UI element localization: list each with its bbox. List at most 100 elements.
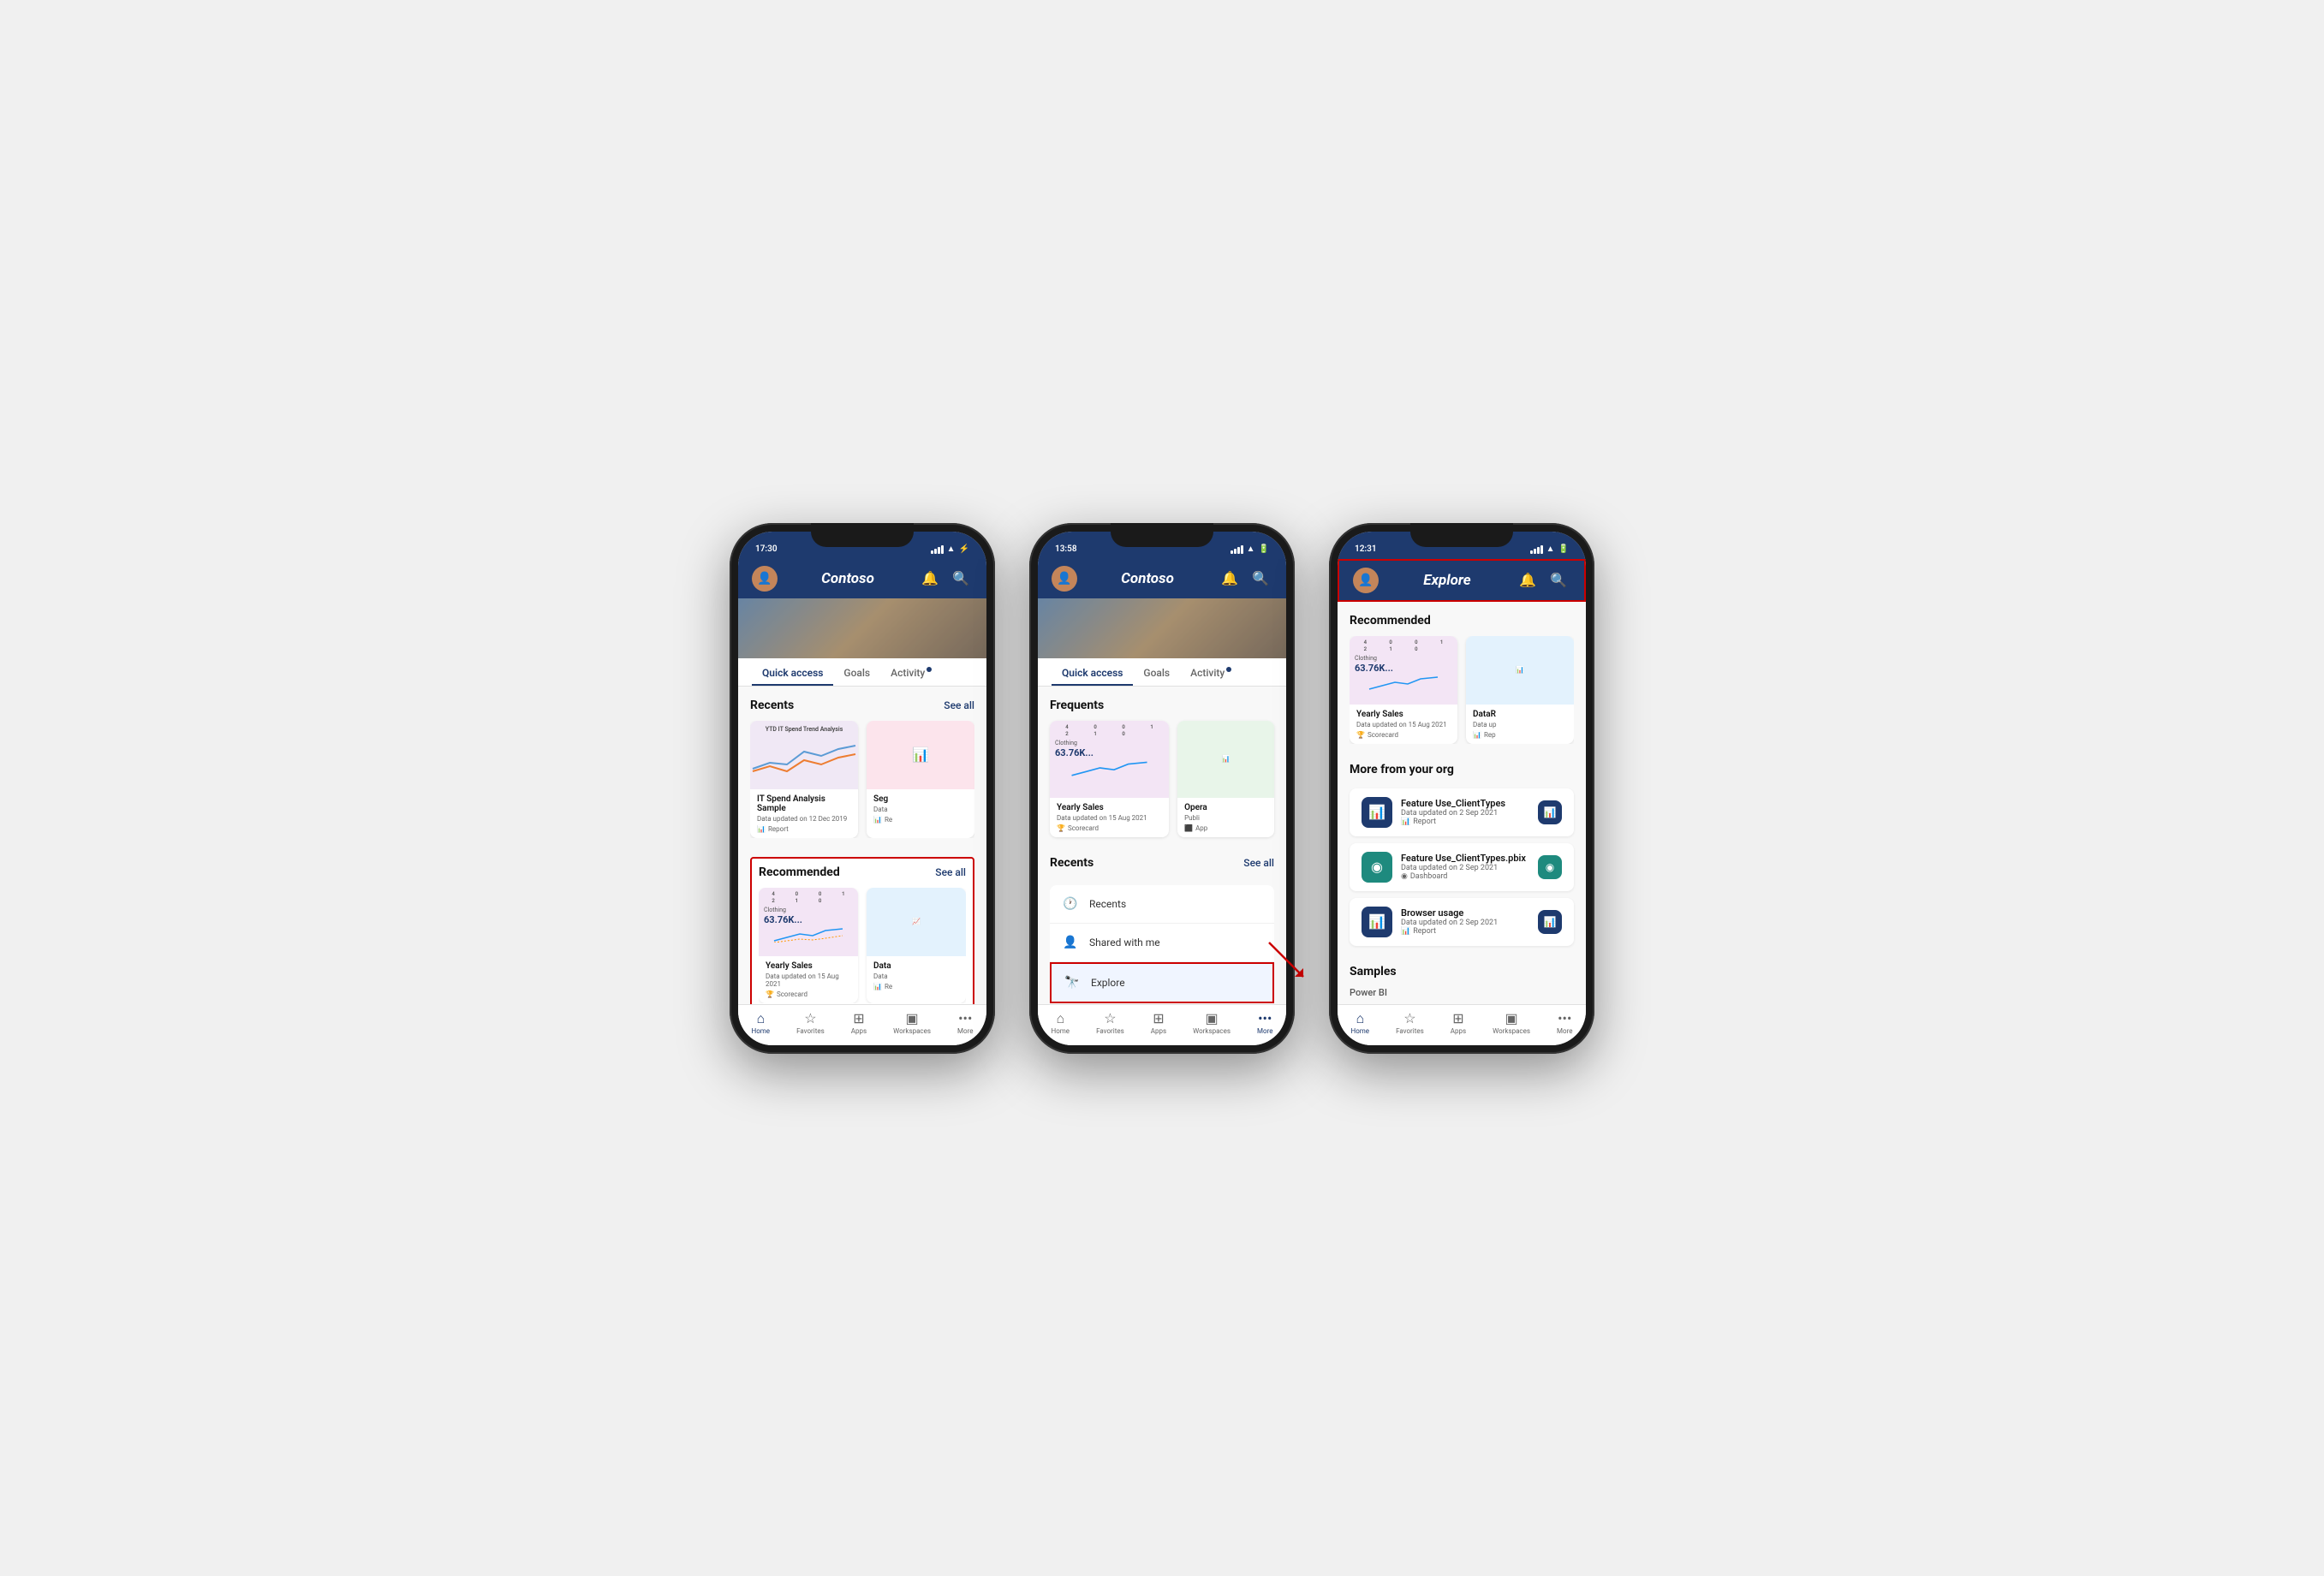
org-title-browser: Browser usage: [1401, 907, 1529, 919]
nav-workspaces-1[interactable]: ▣ Workspaces: [888, 1010, 936, 1037]
nav-home-1[interactable]: ⌂ Home: [747, 1010, 776, 1037]
avatar-3[interactable]: 👤: [1353, 568, 1379, 593]
nav-apps-2[interactable]: ⊞ Apps: [1146, 1010, 1171, 1037]
tab-activity-1[interactable]: Activity: [880, 658, 942, 686]
app-header-2: 👤 Contoso 🔔 🔍: [1038, 559, 1286, 598]
signal-2: [1231, 545, 1243, 554]
org-info-browser: Browser usage Data updated on 2 Sep 2021…: [1401, 907, 1529, 936]
card-sub-seg: Data: [873, 806, 968, 813]
nav-apps-1[interactable]: ⊞ Apps: [846, 1010, 872, 1037]
card-title-seg: Seg: [873, 794, 968, 804]
recents-item-shared[interactable]: 👤 Shared with me: [1050, 924, 1274, 962]
recents-item-explore[interactable]: 🔭 Explore: [1050, 962, 1274, 1003]
recents-item-recents[interactable]: 🕐 Recents: [1050, 885, 1274, 924]
search-icon-2[interactable]: 🔍: [1248, 567, 1272, 591]
battery-icon-3: 🔋: [1558, 544, 1569, 554]
nav-more-label-1: More: [957, 1027, 973, 1035]
app-header-3: 👤 Explore 🔔 🔍: [1338, 559, 1586, 602]
card-type-it: 📊 Report: [757, 825, 851, 833]
nav-apps-3[interactable]: ⊞ Apps: [1445, 1010, 1471, 1037]
recommended-header-3: Recommended: [1350, 614, 1574, 627]
yearly-chart: 4001 210 Clothing 63.76K...: [759, 888, 858, 949]
header-title-3: Explore: [1379, 572, 1516, 589]
star-icon-1: ☆: [804, 1012, 816, 1026]
see-all-2[interactable]: See all: [1243, 857, 1274, 869]
card-yearly-sales-1[interactable]: 4001 210 Clothing 63.76K...: [759, 888, 858, 1003]
org-sub-browser: Data updated on 2 Sep 2021: [1401, 919, 1529, 927]
freq-card-title-opera: Opera: [1184, 803, 1267, 812]
see-all-recents-1[interactable]: See all: [944, 699, 974, 711]
datar-thumb-inner: 📊: [1466, 636, 1574, 705]
nav-favorites-2[interactable]: ☆ Favorites: [1091, 1010, 1129, 1037]
tab-quick-access-1[interactable]: Quick access: [752, 658, 833, 686]
hero-image-2: [1038, 598, 1286, 658]
card-title-it: IT Spend Analysis Sample: [757, 794, 851, 813]
search-icon-3[interactable]: 🔍: [1546, 568, 1570, 592]
bell-icon-1[interactable]: 🔔: [918, 567, 942, 591]
card-sub-yearly: Data updated on 15 Aug 2021: [766, 972, 851, 988]
freq-card-type-yearly: 🏆 Scorecard: [1057, 824, 1162, 832]
bottom-nav-3: ⌂ Home ☆ Favorites ⊞ Apps ▣ Workspaces: [1338, 1004, 1586, 1045]
status-icons-2: ▲ 🔋: [1231, 544, 1269, 554]
rec-card-yearly-3[interactable]: 4001 210 Clothing 63.76K...: [1350, 636, 1457, 744]
avatar-1[interactable]: 👤: [752, 566, 778, 592]
card-type-data: 📊 Re: [873, 983, 959, 990]
phone-2-wrapper: 13:58 ▲ 🔋 👤 Contoso: [1029, 523, 1295, 1054]
card-seg[interactable]: 📊 Seg Data 📊 Re: [867, 721, 974, 838]
recents-section-2: Recents See all: [1038, 844, 1286, 885]
freq-thumb-opera: 📊: [1177, 721, 1274, 798]
nav-workspaces-2[interactable]: ▣ Workspaces: [1188, 1010, 1236, 1037]
search-icon-1[interactable]: 🔍: [949, 567, 973, 591]
org-item-feature-types[interactable]: 📊 Feature Use_ClientTypes Data updated o…: [1350, 788, 1574, 836]
nav-ws-label-3: Workspaces: [1493, 1027, 1530, 1035]
card-data-1[interactable]: 📈 Data Data 📊 Re: [867, 888, 966, 1003]
recents-label-explore: Explore: [1091, 977, 1125, 989]
tab-goals-2[interactable]: Goals: [1133, 658, 1180, 686]
nav-favorites-3[interactable]: ☆ Favorites: [1391, 1010, 1429, 1037]
more-icon-3: •••: [1558, 1012, 1571, 1026]
nav-apps-label-3: Apps: [1451, 1027, 1466, 1035]
nav-home-2[interactable]: ⌂ Home: [1046, 1010, 1076, 1037]
tab-goals-1[interactable]: Goals: [833, 658, 880, 686]
freq-thumb-yearly: 4001 210 Clothing 63.76K...: [1050, 721, 1169, 798]
bottom-nav-2: ⌂ Home ☆ Favorites ⊞ Apps ▣ Workspaces: [1038, 1004, 1286, 1045]
see-all-recommended-1[interactable]: See all: [935, 866, 966, 878]
nav-favorites-1[interactable]: ☆ Favorites: [791, 1010, 830, 1037]
phone-1: 17:30 ▲ ⚡ 👤 Contoso: [730, 523, 995, 1054]
bell-icon-2[interactable]: 🔔: [1218, 567, 1242, 591]
card-title-yearly: Yearly Sales: [766, 961, 851, 971]
samples-header: Samples: [1350, 965, 1574, 978]
content-2: Frequents 4001 210: [1038, 687, 1286, 1004]
nav-more-3[interactable]: ••• More: [1552, 1010, 1577, 1037]
freq-card-yearly[interactable]: 4001 210 Clothing 63.76K...: [1050, 721, 1169, 837]
screen-2: 13:58 ▲ 🔋 👤 Contoso: [1038, 532, 1286, 1045]
freq-card-opera[interactable]: 📊 Opera Publi ⬛ App: [1177, 721, 1274, 837]
workspaces-icon-3: ▣: [1505, 1012, 1518, 1026]
rec-card-sub-yearly-3: Data updated on 15 Aug 2021: [1356, 721, 1451, 729]
avatar-2[interactable]: 👤: [1052, 566, 1077, 592]
notch-2: [1111, 523, 1213, 547]
rec-card-datar-3[interactable]: 📊 DataR Data up 📊 Rep: [1466, 636, 1574, 744]
header-title-2: Contoso: [1077, 570, 1218, 587]
org-item-feature-pbix[interactable]: ◉ Feature Use_ClientTypes.pbix Data upda…: [1350, 843, 1574, 891]
nav-more-2[interactable]: ••• More: [1252, 1010, 1278, 1037]
chart-it: [750, 739, 858, 773]
tab-quick-access-2[interactable]: Quick access: [1052, 658, 1133, 686]
org-icon-dup-feature-types: 📊: [1538, 800, 1562, 824]
report-icon-seg: 📊: [873, 816, 882, 824]
nav-workspaces-3[interactable]: ▣ Workspaces: [1487, 1010, 1535, 1037]
nav-more-1[interactable]: ••• More: [952, 1010, 978, 1037]
status-icons-1: ▲ ⚡: [931, 544, 969, 554]
bell-icon-3[interactable]: 🔔: [1516, 568, 1540, 592]
time-1: 17:30: [755, 544, 778, 554]
yearly-mini-chart: [762, 925, 855, 943]
nav-home-3[interactable]: ⌂ Home: [1346, 1010, 1375, 1037]
nav-ws-label-1: Workspaces: [893, 1027, 931, 1035]
opera-thumb-inner: 📊: [1177, 721, 1274, 798]
s-bar4: [1241, 545, 1243, 554]
org-item-browser[interactable]: 📊 Browser usage Data updated on 2 Sep 20…: [1350, 898, 1574, 946]
card-it-spend[interactable]: YTD IT Spend Trend Analysis IT Spend Ana…: [750, 721, 858, 838]
notch-3: [1410, 523, 1513, 547]
tab-activity-2[interactable]: Activity: [1180, 658, 1242, 686]
activity-dot-2: [1226, 667, 1231, 672]
